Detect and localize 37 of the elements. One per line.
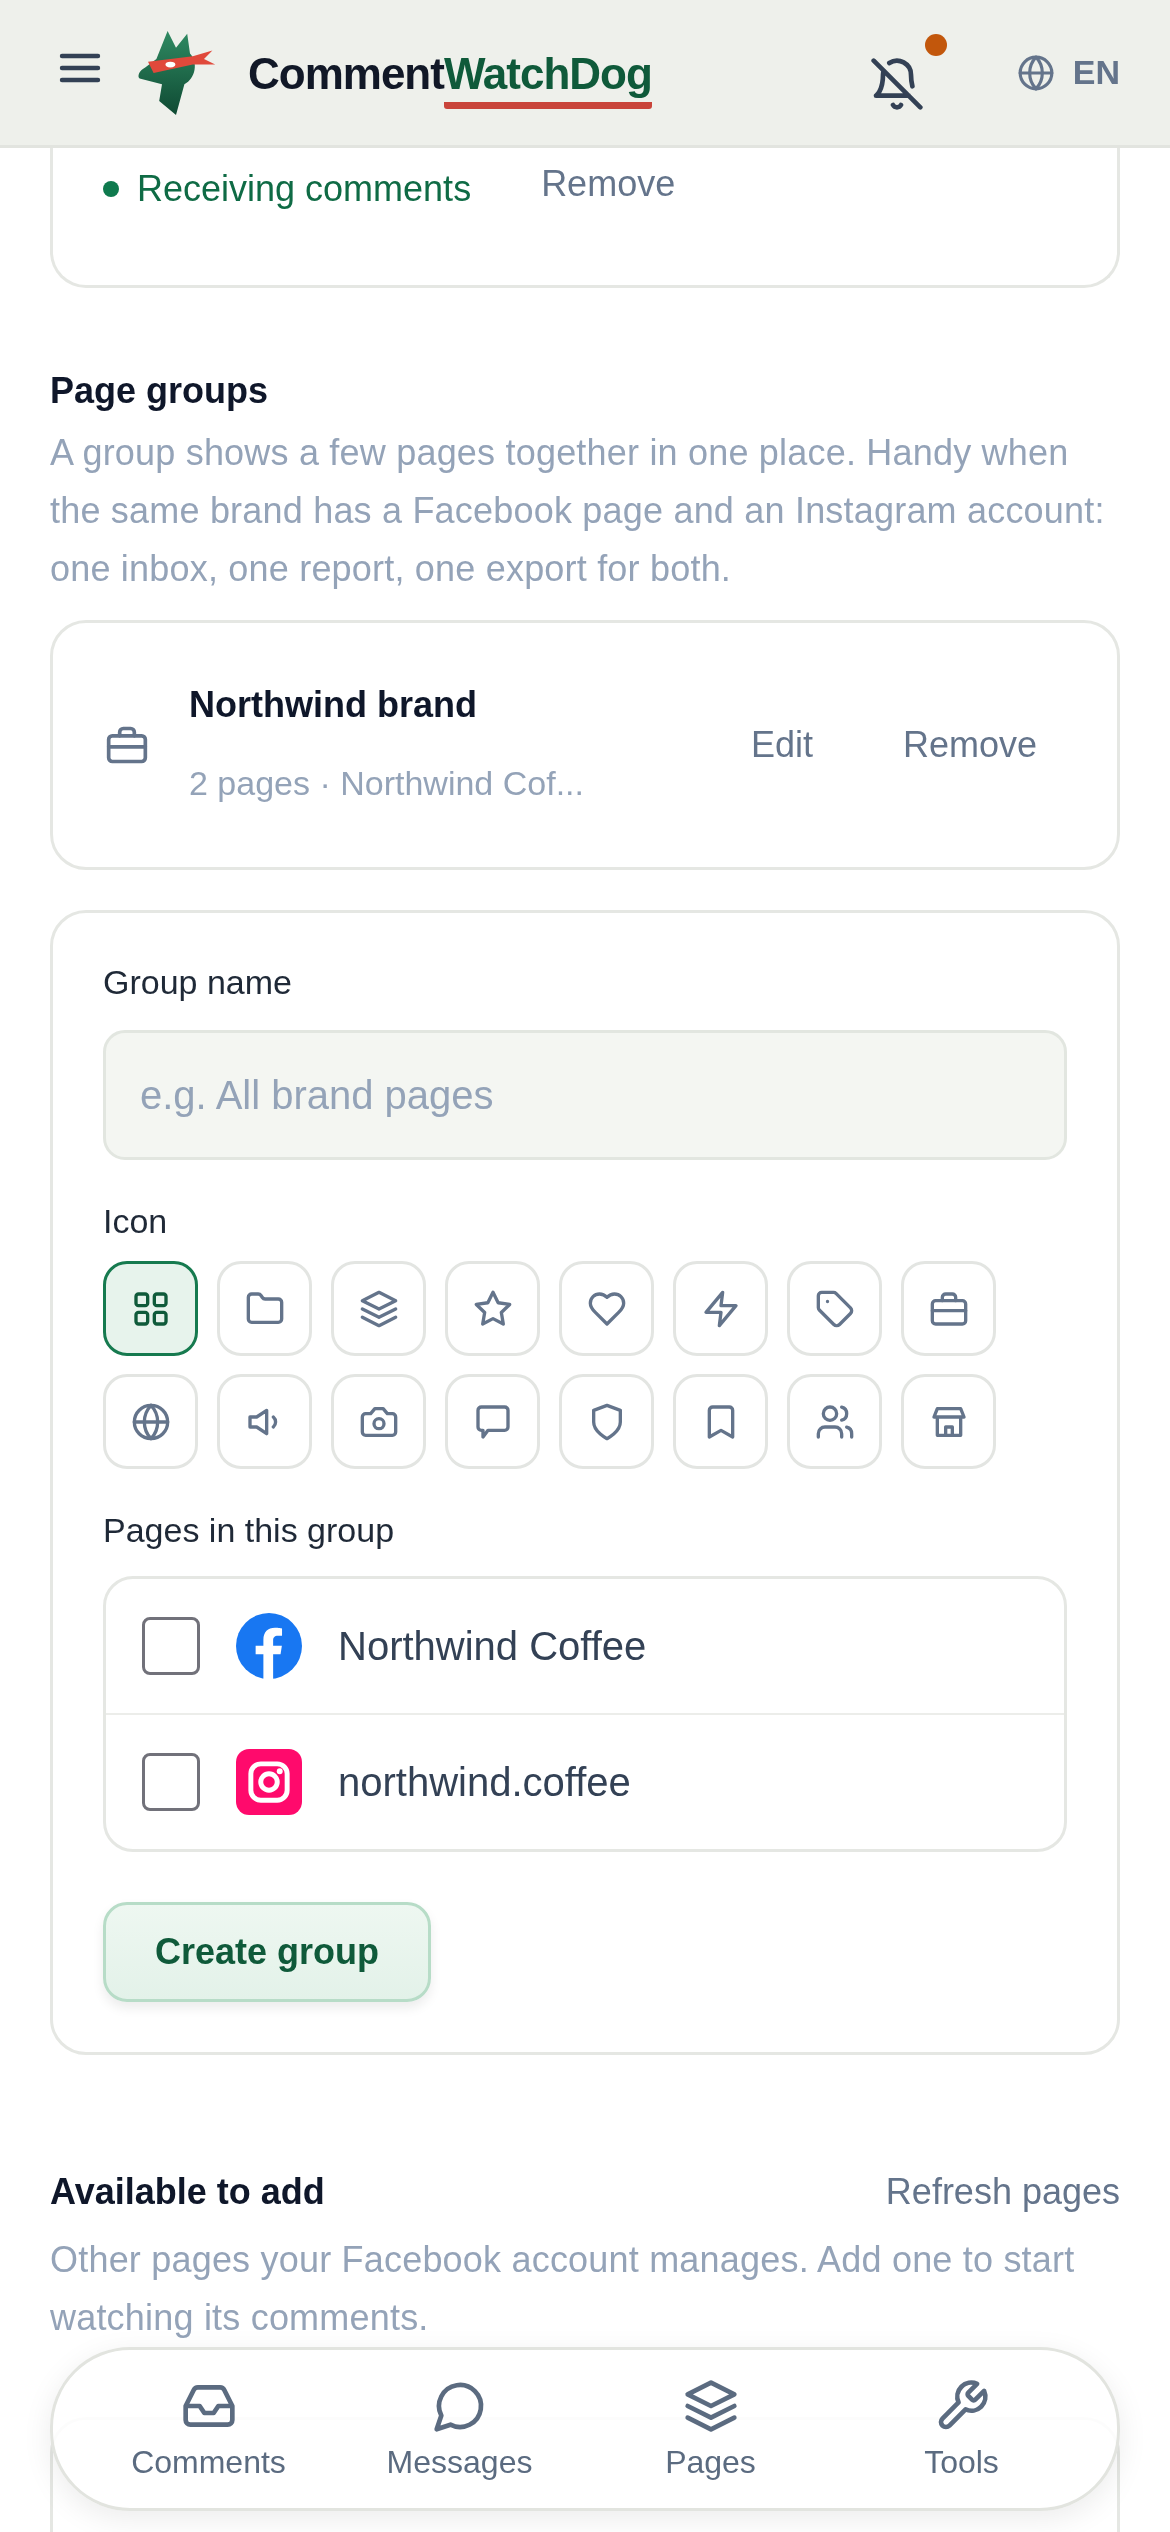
app-name: CommentWatchDog xyxy=(248,36,652,109)
section-title: Page groups xyxy=(50,370,270,412)
section-description: A group shows a few pages together in one place. Handy when the same brand has a Facebook page and an Instagram account: one inbox, one report, one export for both. xyxy=(50,431,1106,591)
status-dot xyxy=(103,181,119,197)
language-button[interactable]: EN xyxy=(1016,53,1120,92)
icon-option[interactable] xyxy=(103,1261,198,1356)
group-name-field[interactable]: e.g. All brand pages xyxy=(103,1030,1067,1160)
instagram-icon xyxy=(236,1749,302,1815)
facebook-icon xyxy=(236,1613,302,1679)
nav-tab[interactable]: Comments xyxy=(83,2377,334,2481)
star-icon xyxy=(472,1288,513,1329)
field-label: Pages in this group xyxy=(103,1511,396,1550)
group-action-link[interactable]: Edit xyxy=(750,718,813,772)
field-label: Group name xyxy=(103,963,293,1002)
globe-icon xyxy=(1016,53,1055,92)
remove-link[interactable]: Remove xyxy=(541,164,676,204)
field-label: Icon xyxy=(103,1202,169,1241)
nav-tab[interactable]: Tools xyxy=(836,2377,1087,2481)
group-action-link[interactable]: Remove xyxy=(902,718,1037,772)
nav-tab[interactable]: Pages xyxy=(585,2377,836,2481)
status-text: Receiving comments xyxy=(137,168,472,210)
notifications-button[interactable] xyxy=(868,33,947,112)
create-group-button[interactable]: Create group xyxy=(103,1902,431,2002)
refresh-pages-link[interactable]: Refresh pages xyxy=(885,2165,1120,2219)
group-summary: 2 pages · Northwind Cof... xyxy=(189,763,585,803)
checkbox[interactable] xyxy=(142,1753,200,1811)
nav-tab[interactable]: Messages xyxy=(334,2377,585,2481)
globe-icon xyxy=(130,1401,171,1442)
section-title: Available to add xyxy=(50,2171,325,2213)
page-name: Northwind Coffee xyxy=(338,1623,647,1669)
layers-icon xyxy=(682,2377,739,2434)
group-name: Northwind brand xyxy=(189,683,478,726)
tag-icon xyxy=(814,1288,855,1329)
page-name: northwind.coffee xyxy=(338,1759,631,1805)
layers-icon xyxy=(358,1288,399,1329)
section-description: Other pages your Facebook account manages. Add one to start watching its comments. xyxy=(50,2238,1076,2340)
checkbox[interactable] xyxy=(142,1617,200,1675)
